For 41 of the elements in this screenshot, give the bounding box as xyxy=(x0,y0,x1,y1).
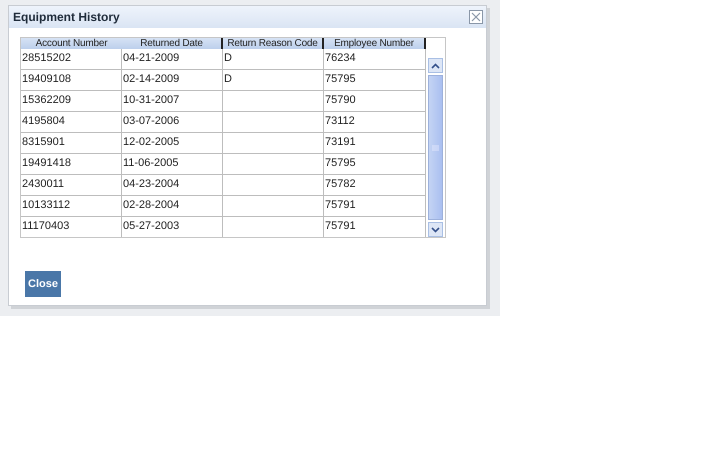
table-cell: 19409108 xyxy=(21,70,122,91)
scroll-down-button[interactable] xyxy=(428,222,443,237)
table-cell: 19491418 xyxy=(21,154,122,175)
table-cell: 76234 xyxy=(324,49,426,70)
column-header[interactable]: Employee Number xyxy=(324,38,426,49)
column-header[interactable]: Returned Date xyxy=(122,38,223,49)
table-cell: 04-23-2004 xyxy=(122,175,223,196)
close-icon[interactable] xyxy=(469,10,483,24)
table-cell: 15362209 xyxy=(21,91,122,112)
table-cell: 75791 xyxy=(324,196,426,217)
table-cell: 8315901 xyxy=(21,133,122,154)
table-cell: 75782 xyxy=(324,175,426,196)
table-cell: 10133112 xyxy=(21,196,122,217)
table-cell: 11170403 xyxy=(21,217,122,237)
table-cell: D xyxy=(223,70,324,91)
table-cell: 4195804 xyxy=(21,112,122,133)
table-cell: 03-07-2006 xyxy=(122,112,223,133)
table-cell: 10-31-2007 xyxy=(122,91,223,112)
table-cell: 2430011 xyxy=(21,175,122,196)
table-cell: 04-21-2009 xyxy=(122,49,223,70)
table-cell: 12-02-2005 xyxy=(122,133,223,154)
table-cell: 02-28-2004 xyxy=(122,196,223,217)
table-cell: D xyxy=(223,49,324,70)
chevron-up-icon xyxy=(431,62,440,68)
column-header[interactable]: Account Number xyxy=(21,38,122,49)
chevron-down-icon xyxy=(431,226,440,232)
table-cell: 73191 xyxy=(324,133,426,154)
table-cell: 75790 xyxy=(324,91,426,112)
window-title: Equipment History xyxy=(13,10,120,24)
table-cell: 11-06-2005 xyxy=(122,154,223,175)
table-cell: 75791 xyxy=(324,217,426,237)
scrollbar-thumb[interactable] xyxy=(428,75,443,220)
scroll-up-button[interactable] xyxy=(428,58,443,73)
table-cell: 75795 xyxy=(324,154,426,175)
table-cell: 02-14-2009 xyxy=(122,70,223,91)
table-cell: 28515202 xyxy=(21,49,122,70)
close-button[interactable]: Close xyxy=(25,271,61,297)
table-cell: 05-27-2003 xyxy=(122,217,223,237)
table-cell: 75795 xyxy=(324,70,426,91)
column-header[interactable]: Return Reason Code xyxy=(223,38,324,49)
table-cell: 73112 xyxy=(324,112,426,133)
